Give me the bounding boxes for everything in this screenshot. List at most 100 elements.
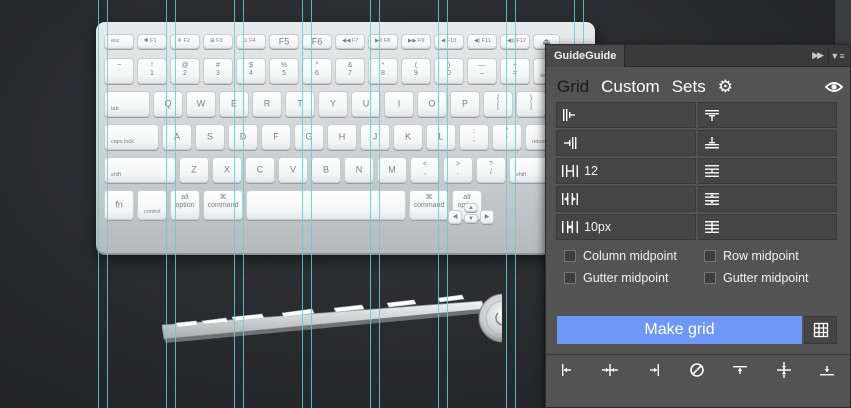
grid-notation-button[interactable] <box>804 316 837 344</box>
row-midpoint-option[interactable]: Row midpoint <box>704 249 844 263</box>
column-gutter-midpoint-checkbox[interactable] <box>564 272 576 284</box>
margin-row-1 <box>556 102 837 128</box>
keyboard-key: W <box>186 91 216 117</box>
keyboard-key: $ 4 <box>236 58 266 84</box>
panel-title[interactable]: GuideGuide <box>546 45 626 67</box>
tab-sets[interactable]: Sets <box>672 77 706 97</box>
bottom-margin-field[interactable] <box>697 130 837 156</box>
column-gutter-midpoint-label: Gutter midpoint <box>583 271 669 285</box>
columns-value: 12 <box>584 164 598 178</box>
row-height-field[interactable] <box>697 214 837 240</box>
keyboard-key: } ] <box>516 91 546 117</box>
keyboard-key: R <box>252 91 282 117</box>
double-chevron-right-icon[interactable]: ▶▶ <box>812 50 824 61</box>
keyboard-key: ◀◀ F7 <box>335 34 365 49</box>
keyboard-key: U <box>351 91 381 117</box>
margin-row-2 <box>556 130 837 156</box>
top-margin-field[interactable] <box>697 102 837 128</box>
keyboard-key: fn <box>104 190 134 220</box>
keyboard-key: Z <box>179 157 209 183</box>
column-gutter-midpoint-option[interactable]: Gutter midpoint <box>564 271 704 285</box>
guide-vertical-center-button[interactable] <box>597 357 623 383</box>
column-width-field[interactable]: 10px <box>556 214 696 240</box>
column-midpoint-checkbox[interactable] <box>564 250 576 262</box>
keyboard-key: A <box>162 124 192 150</box>
keyboard-key: ▶▶ F9 <box>401 34 431 49</box>
clear-guides-button[interactable] <box>684 357 710 383</box>
row-gutter-field[interactable] <box>697 186 837 212</box>
keyboard-key: Y <box>318 91 348 117</box>
columns-field[interactable]: 12 <box>556 158 696 184</box>
keyboard-key: ~ ` <box>104 58 134 84</box>
column-midpoint-option[interactable]: Column midpoint <box>564 249 704 263</box>
keyboard-key: ◀)) F12 <box>500 34 530 49</box>
keyboard-arrow-key: ▲ <box>464 203 478 212</box>
column-width-icon <box>562 221 578 233</box>
keyboard-key: F <box>261 124 291 150</box>
keyboard-key: # 3 <box>203 58 233 84</box>
keyboard-key: ^ 6 <box>302 58 332 84</box>
guide-right-button[interactable] <box>641 357 667 383</box>
keyboard-key: < , <box>410 157 440 183</box>
gear-icon[interactable]: ⚙ <box>718 77 733 97</box>
rows-icon <box>704 165 719 177</box>
guide-top-button[interactable] <box>727 357 753 383</box>
keyboard-key: D <box>228 124 258 150</box>
column-gutter-icon <box>562 193 578 205</box>
keyboard-key: + = <box>500 58 530 84</box>
keyboard-key: ? / <box>476 157 506 183</box>
tab-grid[interactable]: Grid <box>557 77 589 97</box>
eye-icon[interactable] <box>824 75 844 99</box>
guide-left-icon <box>562 364 571 376</box>
keyboard-key: shift <box>104 157 176 183</box>
keyboard-arrow-key: ▼ <box>464 214 478 223</box>
gutter-midpoint-row: Gutter midpoint Gutter midpoint <box>564 267 844 289</box>
keyboard-key: B <box>311 157 341 183</box>
keyboard-key: P <box>450 91 480 117</box>
midpoint-row: Column midpoint Row midpoint <box>564 245 844 267</box>
row-gutter-midpoint-checkbox[interactable] <box>704 272 716 284</box>
remote-shape <box>161 293 528 343</box>
left-margin-field[interactable] <box>556 102 696 128</box>
keyboard-key: tab <box>104 91 150 117</box>
column-width-value: 10px <box>584 220 612 234</box>
guide-right-icon <box>649 364 659 376</box>
keyboard-key: ) 0 <box>434 58 464 84</box>
keyboard-key: * 8 <box>368 58 398 84</box>
guide-horizontal-center-icon <box>776 362 791 378</box>
midpoint-options: Column midpoint Row midpoint Gutter midp… <box>564 245 844 289</box>
remote-artwork <box>161 287 528 347</box>
keyboard-key: ◀) F11 <box>467 34 497 49</box>
rows-field[interactable] <box>697 158 837 184</box>
panel-menu-icon[interactable]: ▼≡ <box>828 49 846 63</box>
guide-bottom-icon <box>819 366 834 376</box>
keyboard-key: > . <box>443 157 473 183</box>
keyboard-key: " ' <box>492 124 522 150</box>
make-grid-button[interactable]: Make grid <box>557 316 802 344</box>
keyboard-key: S <box>195 124 225 150</box>
keyboard-key: : ; <box>459 124 489 150</box>
row-gutter-midpoint-option[interactable]: Gutter midpoint <box>704 271 844 285</box>
keyboard-key: L <box>426 124 456 150</box>
keyboard-key: & 7 <box>335 58 365 84</box>
row-midpoint-checkbox[interactable] <box>704 250 716 262</box>
guide-horizontal-center-button[interactable] <box>771 357 797 383</box>
guide-bottom-button[interactable] <box>814 357 840 383</box>
keyboard-arrow-key: ◀ <box>448 210 462 224</box>
keyboard-key: H <box>327 124 357 150</box>
keyboard-key: V <box>278 157 308 183</box>
tab-bar: Grid Custom Sets ⚙ <box>557 75 733 99</box>
keyboard-key: { [ <box>483 91 513 117</box>
tab-custom[interactable]: Custom <box>601 77 660 97</box>
right-margin-field[interactable] <box>556 130 696 156</box>
keyboard-key: ▶II F8 <box>368 34 398 49</box>
keyboard-key: ⊙ F4 <box>236 34 266 49</box>
keyboard-key: E <box>219 91 249 117</box>
count-row: 12 <box>556 158 837 184</box>
gutter-row <box>556 186 837 212</box>
column-gutter-field[interactable] <box>556 186 696 212</box>
guide-left-button[interactable] <box>554 357 580 383</box>
keyboard-key: ! 1 <box>137 58 167 84</box>
keyboard-key: caps lock <box>104 124 159 150</box>
panel-header: GuideGuide ▶▶ ▼≡ <box>546 45 850 67</box>
